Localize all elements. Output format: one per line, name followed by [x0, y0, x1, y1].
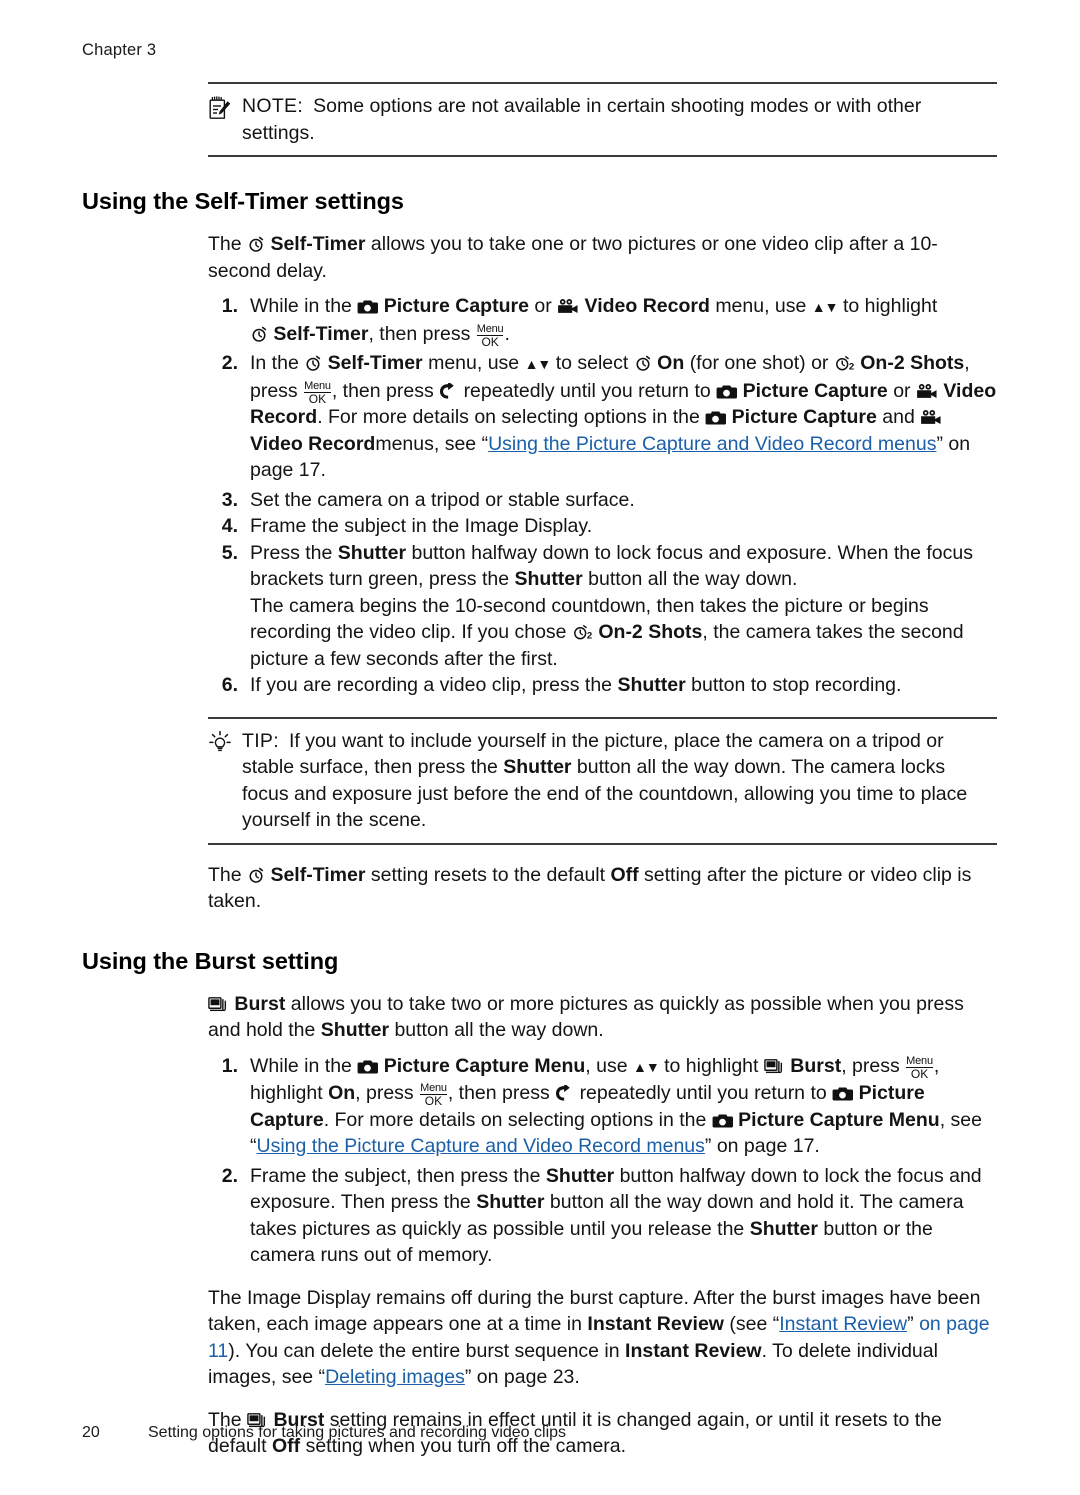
picture-capture-camera-icon [832, 1086, 854, 1102]
manual-page: Chapter 3 NOTE: Some options are not ava… [0, 0, 1080, 1495]
self-timer-on-2-shots-icon: 2 [572, 623, 593, 641]
note-body: NOTE: Some options are not available in c… [242, 93, 997, 146]
picture-capture-camera-icon [357, 1059, 379, 1075]
self-timer-steps: 1. While in the Picture Capture or Video… [208, 293, 997, 699]
step-item: 6. If you are recording a video clip, pr… [208, 672, 997, 699]
page-content: NOTE: Some options are not available in c… [82, 82, 997, 1460]
step-text: Set the camera on a tripod or stable sur… [250, 488, 635, 511]
burst-steps: 1. While in the Picture Capture Menu, us… [208, 1053, 997, 1269]
footer-text: Setting options for taking pictures and … [148, 1424, 567, 1441]
menu-ok-button-icon: Menu OK [420, 1082, 447, 1108]
step-item: 3. Set the camera on a tripod or stable … [208, 487, 997, 514]
section-heading-self-timer: Using the Self-Timer settings [82, 188, 404, 214]
picture-capture-camera-icon [712, 1113, 733, 1129]
back-arrow-icon [439, 382, 458, 400]
up-down-arrows-icon: ▲▼ [632, 1058, 660, 1075]
step-number: 2. [221, 1164, 238, 1187]
tip-label: TIP: [242, 729, 279, 752]
step-item: 1. While in the Picture Capture Menu, us… [208, 1053, 997, 1160]
step-number: 1. [221, 295, 238, 317]
note-label: NOTE: [242, 95, 304, 117]
step-number: 4. [221, 515, 238, 537]
cross-reference-link[interactable]: Using the Picture Capture and Video Reco… [257, 1135, 705, 1157]
self-timer-icon [304, 354, 322, 372]
back-arrow-icon [555, 1085, 574, 1102]
step-item: 5. Press the Shutter button halfway down… [208, 540, 997, 673]
instant-review-link[interactable]: Instant Review [779, 1313, 907, 1335]
step-item: 4. Frame the subject in the Image Displa… [208, 513, 997, 540]
self-timer-icon [247, 235, 265, 253]
lightbulb-icon [208, 728, 242, 761]
burst-icon [764, 1057, 785, 1075]
step-number: 1. [221, 1054, 238, 1077]
tip-body: TIP: If you want to include yourself in t… [242, 729, 968, 832]
step-item: 1. While in the Picture Capture or Video… [208, 293, 997, 349]
burst-review-paragraph: The Image Display remains off during the… [208, 1286, 990, 1389]
step-number: 5. [221, 541, 238, 564]
menu-ok-button-icon: Menu OK [304, 379, 331, 406]
note-callout: NOTE: Some options are not available in c… [208, 82, 997, 157]
menu-ok-button-icon: Menu OK [906, 1054, 933, 1081]
deleting-images-link[interactable]: Deleting images [325, 1366, 465, 1388]
picture-capture-camera-icon [705, 410, 727, 426]
video-record-camcorder-icon [920, 409, 942, 426]
note-pad-pencil-icon [208, 93, 242, 126]
up-down-arrows-icon: ▲▼ [524, 356, 552, 372]
tip-callout: TIP: If you want to include yourself in t… [208, 716, 997, 845]
step-item: 2. Frame the subject, then press the Shu… [208, 1163, 997, 1269]
page-number: 20 [82, 1424, 100, 1441]
burst-icon [208, 995, 229, 1013]
video-record-camcorder-icon [557, 298, 579, 315]
page-footer: 20 Setting options for taking pictures an… [82, 1424, 997, 1442]
menu-ok-button-icon: Menu OK [476, 322, 504, 349]
section-heading-burst: Using the Burst setting [82, 947, 339, 974]
picture-capture-camera-icon [716, 384, 738, 400]
self-timer-on-icon [634, 354, 652, 372]
step-number: 6. [221, 674, 238, 696]
self-timer-closing-paragraph: The Self-Timer setting resets to the def… [208, 863, 972, 913]
picture-capture-camera-icon [357, 299, 379, 315]
self-timer-on-2-shots-icon: 2 [834, 354, 855, 372]
up-down-arrows-icon: ▲▼ [811, 299, 839, 315]
svg-text:2: 2 [849, 362, 854, 372]
svg-text:2: 2 [587, 631, 592, 641]
step-number: 3. [221, 488, 238, 511]
self-timer-icon [247, 866, 265, 884]
video-record-camcorder-icon [916, 383, 938, 400]
burst-intro: Burst allows you to take two or more pic… [208, 992, 964, 1042]
self-timer-icon [250, 325, 268, 343]
cross-reference-link[interactable]: Using the Picture Capture and Video Reco… [488, 433, 936, 455]
note-text: Some options are not available in certai… [242, 95, 922, 144]
chapter-running-head: Chapter 3 [82, 41, 157, 59]
step-text: Frame the subject in the Image Display. [250, 515, 593, 537]
step-number: 2. [221, 352, 238, 374]
self-timer-intro: The Self-Timer allows you to take one or… [208, 233, 938, 282]
step-item: 2. In the Self-Timer menu, use ▲▼ to sel… [208, 350, 997, 484]
